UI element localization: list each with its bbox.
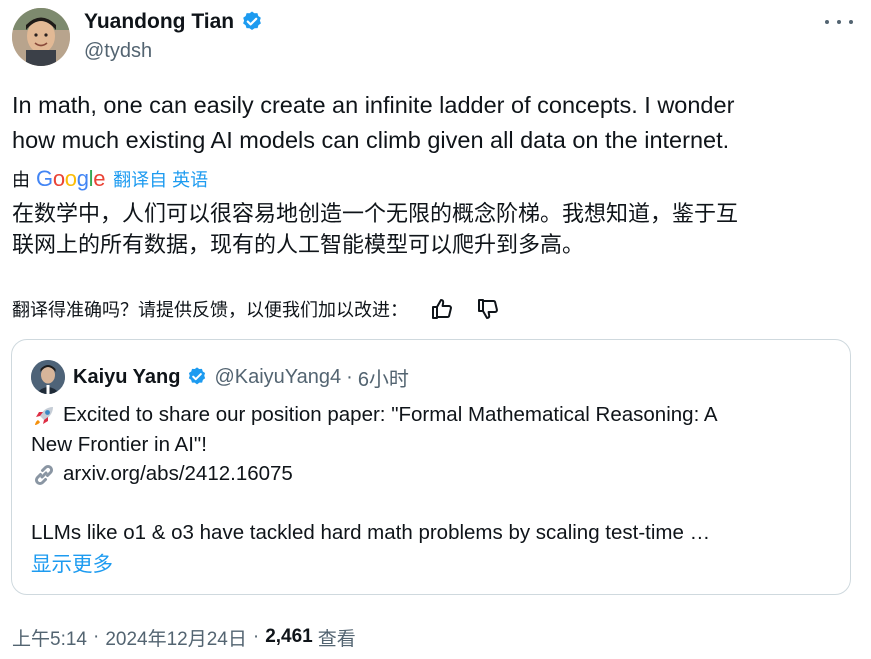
- author-name[interactable]: Yuandong Tian: [84, 9, 264, 35]
- quoted-text-line: LLMs like o1 & o3 have tackled hard math…: [31, 521, 711, 544]
- separator-dot: ·: [252, 626, 260, 647]
- tweet: Yuandong Tian @tydsh In math, one can ea…: [0, 0, 871, 659]
- quoted-tweet-card[interactable]: Kaiyu Yang @KaiyuYang4 · 6小时 Excited to …: [11, 339, 851, 595]
- google-logo-icon: Google: [36, 166, 106, 191]
- separator-dot: ·: [346, 365, 353, 388]
- tweet-text-line: In math, one can easily create an infini…: [12, 92, 735, 118]
- quoted-author-handle[interactable]: @KaiyuYang4: [214, 366, 341, 389]
- more-dot-icon: [825, 20, 829, 24]
- translated-from-link[interactable]: 翻译自 英语: [113, 166, 208, 192]
- views-label: 查看: [317, 628, 356, 650]
- rocket-icon: [31, 403, 57, 429]
- tweet-time[interactable]: 上午5:14: [12, 624, 87, 651]
- translation-attribution: 由 Google 翻译自 英语: [12, 164, 208, 194]
- by-label: 由: [12, 170, 30, 190]
- more-dot-icon: [837, 20, 841, 24]
- more-options-button[interactable]: [825, 12, 853, 32]
- quoted-text-line: Excited to share our position paper: "Fo…: [63, 403, 718, 426]
- quoted-link-text: arxiv.org/abs/2412.16075: [63, 462, 293, 485]
- tweet-text: In math, one can easily create an infini…: [12, 88, 852, 158]
- quoted-tweet-time[interactable]: 6小时: [358, 363, 409, 392]
- translation-line: 联网上的所有数据，现有的人工智能模型可以爬升到多高。: [12, 232, 585, 257]
- quoted-text-line: New Frontier in AI"!: [31, 432, 207, 456]
- thumbs-up-icon[interactable]: [430, 297, 454, 321]
- quoted-tweet-text: Excited to share our position paper: "Fo…: [31, 400, 831, 548]
- verified-badge-icon: [186, 366, 208, 388]
- more-dot-icon: [849, 20, 853, 24]
- translation-line: 在数学中，人们可以很容易地创造一个无限的概念阶梯。我想知道，鉴于互: [12, 201, 739, 226]
- translation-text: 在数学中，人们可以很容易地创造一个无限的概念阶梯。我想知道，鉴于互 联网上的所有…: [12, 198, 857, 260]
- quoted-tweet-header: Kaiyu Yang @KaiyuYang4 · 6小时: [73, 362, 409, 392]
- author-avatar[interactable]: [12, 8, 70, 66]
- thumbs-down-icon[interactable]: [476, 297, 500, 321]
- link-icon: [31, 462, 57, 488]
- author-name-text[interactable]: Yuandong Tian: [84, 9, 234, 35]
- tweet-text-line: how much existing AI models can climb gi…: [12, 127, 730, 153]
- tweet-meta: 上午5:14 · 2024年12月24日 · 2,461 查看: [12, 622, 356, 652]
- author-handle[interactable]: @tydsh: [84, 38, 152, 64]
- verified-badge-icon: [240, 10, 264, 34]
- quoted-line-1: Excited to share our position paper: "Fo…: [31, 400, 831, 430]
- views-count: 2,461: [265, 626, 313, 647]
- feedback-prompt: 翻译得准确吗？请提供反馈，以便我们加以改进：: [12, 300, 408, 320]
- quoted-author-name[interactable]: Kaiyu Yang: [73, 366, 180, 389]
- quoted-author-avatar[interactable]: [31, 360, 65, 394]
- quoted-line-3: arxiv.org/abs/2412.16075: [31, 459, 831, 489]
- separator-dot: ·: [92, 626, 100, 647]
- translation-feedback: 翻译得准确吗？请提供反馈，以便我们加以改进：: [12, 294, 500, 324]
- tweet-date[interactable]: 2024年12月24日: [105, 624, 247, 651]
- show-more-link[interactable]: 显示更多: [31, 547, 113, 577]
